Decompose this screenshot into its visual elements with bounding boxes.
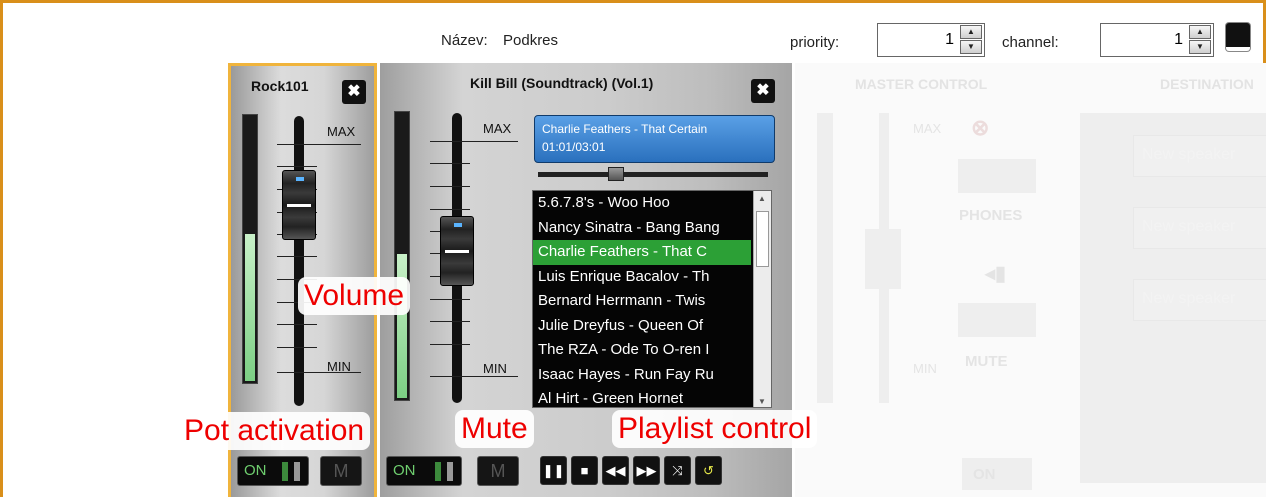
playlist-item[interactable]: Al Hirt - Green Hornet: [533, 387, 751, 407]
scale-max: MAX: [483, 121, 512, 136]
playlist-item[interactable]: The RZA - Ode To O-ren I: [533, 338, 751, 363]
playlist-item[interactable]: Luis Enrique Bacalov - Th: [533, 265, 751, 290]
volume-fader-knob[interactable]: [282, 170, 316, 240]
master-mute-button[interactable]: [958, 303, 1036, 337]
annotation-volume: Volume: [298, 277, 411, 315]
close-icon[interactable]: ✖: [751, 79, 775, 103]
pot2-on-toggle[interactable]: ON: [386, 456, 462, 486]
toggle-indicator: [294, 462, 300, 481]
stop-icon[interactable]: ■: [571, 456, 598, 485]
shuffle-icon[interactable]: ⤨: [664, 456, 691, 485]
priority-label: priority:: [790, 34, 840, 51]
level-meter-fill: [245, 233, 255, 381]
speaker-icon: ◂▮: [985, 263, 1007, 285]
master-scale-max: MAX: [913, 121, 942, 136]
pot1-on-toggle[interactable]: ON: [237, 456, 309, 486]
scroll-up-icon[interactable]: ▲: [758, 194, 766, 203]
priority-stepper[interactable]: 1 ▲ ▼: [877, 23, 985, 57]
scroll-down-icon[interactable]: ▼: [758, 397, 766, 406]
name-value: Podkres: [503, 32, 559, 49]
level-meter: [394, 111, 410, 401]
master-meter: [817, 113, 833, 403]
close-icon[interactable]: ✖: [342, 80, 366, 104]
channel-value: 1: [1174, 31, 1183, 48]
playlist-item[interactable]: Julie Dreyfus - Queen Of: [533, 314, 751, 339]
playlist-item[interactable]: 5.6.7.8's - Woo Hoo: [533, 191, 751, 216]
toggle-indicator: [447, 462, 453, 481]
pot-title: Kill Bill (Soundtrack) (Vol.1): [470, 75, 654, 91]
pot1-mute-button[interactable]: M: [320, 456, 362, 486]
phones-label: PHONES: [959, 207, 1023, 224]
channel-up-icon[interactable]: ▲: [1189, 25, 1211, 39]
master-title: MASTER CONTROL: [855, 76, 988, 92]
scale-min: MIN: [327, 359, 351, 374]
volume-fader-knob[interactable]: [440, 216, 474, 286]
master-scale-min: MIN: [913, 361, 937, 376]
pot-title: Rock101: [251, 78, 309, 94]
playlist-item[interactable]: Nancy Sinatra - Bang Bang: [533, 216, 751, 241]
now-playing-display: Charlie Feathers - That Certain 01:01/03…: [534, 115, 775, 163]
level-meter-fill: [397, 254, 407, 398]
headphones-icon: ⊗: [971, 115, 990, 140]
master-mute-label: MUTE: [965, 353, 1008, 370]
annotation-mute: Mute: [455, 410, 534, 448]
playlist[interactable]: 5.6.7.8's - Woo Hoo Nancy Sinatra - Bang …: [532, 190, 772, 408]
rewind-icon[interactable]: ◀◀: [602, 456, 629, 485]
channel-label: channel:: [1002, 34, 1059, 51]
master-fader-knob[interactable]: [865, 229, 901, 289]
toggle-indicator: [282, 462, 288, 481]
seek-bar[interactable]: [538, 167, 768, 181]
priority-up-icon[interactable]: ▲: [960, 25, 982, 39]
speaker-item[interactable]: New speaker: [1133, 207, 1266, 249]
scale-min: MIN: [483, 361, 507, 376]
on-label: ON: [244, 462, 267, 479]
now-playing-track: Charlie Feathers - That Certain: [542, 122, 708, 136]
master-on-label: ON: [973, 466, 996, 483]
name-label: Název:: [441, 32, 488, 49]
playlist-item[interactable]: Charlie Feathers - That C: [533, 240, 751, 265]
color-swatch-button[interactable]: [1226, 23, 1250, 51]
playlist-scrollbar[interactable]: ▲ ▼: [753, 191, 771, 407]
playlist-item[interactable]: Bernard Herrmann - Twis: [533, 289, 751, 314]
priority-value: 1: [945, 31, 954, 48]
fast-forward-icon[interactable]: ▶▶: [633, 456, 660, 485]
channel-stepper[interactable]: 1 ▲ ▼: [1100, 23, 1214, 57]
playlist-item[interactable]: Isaac Hayes - Run Fay Ru: [533, 363, 751, 388]
level-meter: [242, 114, 258, 384]
pause-icon[interactable]: ❚❚: [540, 456, 567, 485]
annotation-pot-activation: Pot activation: [178, 412, 371, 450]
scale-max: MAX: [327, 124, 356, 139]
toggle-indicator: [435, 462, 441, 481]
scroll-thumb[interactable]: [756, 211, 769, 267]
on-label: ON: [393, 462, 416, 479]
priority-down-icon[interactable]: ▼: [960, 40, 982, 54]
destination-title: DESTINATION: [1160, 76, 1254, 92]
pot2-mute-button[interactable]: M: [477, 456, 519, 486]
annotation-playlist-control: Playlist control: [612, 410, 818, 448]
seek-thumb[interactable]: [608, 167, 624, 181]
phones-button[interactable]: [958, 159, 1036, 193]
speaker-item[interactable]: New speaker: [1133, 135, 1266, 177]
master-control-panel: MASTER CONTROL DESTINATION MAX MIN ⊗ PHO…: [795, 63, 1266, 497]
speaker-item[interactable]: New speaker: [1133, 279, 1266, 321]
channel-down-icon[interactable]: ▼: [1189, 40, 1211, 54]
volume-rail[interactable]: [294, 116, 304, 406]
now-playing-time: 01:01/03:01: [542, 140, 606, 154]
repeat-icon[interactable]: ↺: [695, 456, 722, 485]
